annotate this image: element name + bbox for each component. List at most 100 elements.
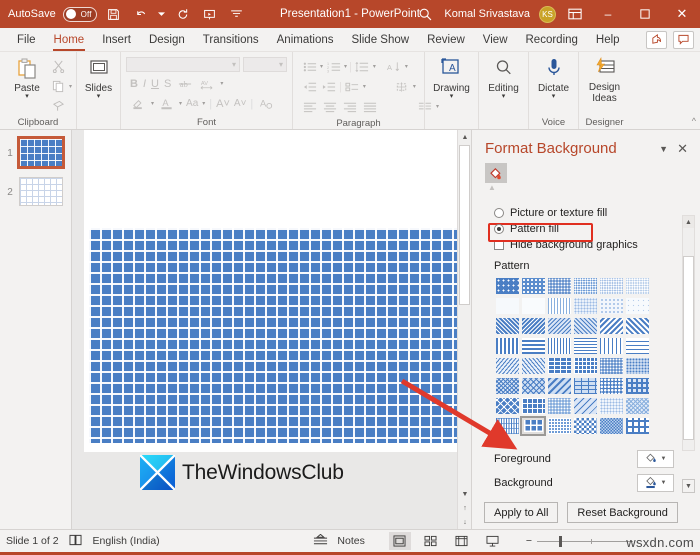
align-text-icon[interactable]	[394, 78, 411, 95]
thumbnail-preview[interactable]	[17, 136, 65, 169]
foreground-color-button[interactable]: ▼	[637, 450, 674, 468]
pattern-swatch[interactable]	[624, 416, 650, 436]
align-center-icon[interactable]	[321, 98, 338, 115]
pattern-swatch[interactable]	[624, 296, 650, 316]
notes-label[interactable]: Notes	[337, 535, 364, 547]
pane-vertical-scrollbar[interactable]: ▲	[682, 215, 695, 451]
italic-button[interactable]: I	[143, 78, 146, 90]
ribbon-display-options-icon[interactable]	[565, 4, 585, 24]
character-spacing-dropdown-icon[interactable]: ▾	[220, 80, 223, 87]
save-icon[interactable]	[104, 4, 124, 24]
undo-dropdown-icon[interactable]	[158, 4, 166, 24]
radio-picture-or-texture-fill[interactable]	[494, 208, 504, 218]
format-painter-button[interactable]	[50, 97, 72, 116]
tab-insert[interactable]: Insert	[93, 32, 140, 48]
pattern-swatch[interactable]	[572, 316, 598, 336]
drawing-button[interactable]: A Drawing ▾	[428, 54, 476, 100]
pattern-swatch[interactable]	[624, 316, 650, 336]
pattern-swatch[interactable]	[494, 396, 520, 416]
tab-help[interactable]: Help	[587, 32, 629, 48]
pane-scroll-up-icon[interactable]: ▲	[683, 216, 694, 228]
tab-review[interactable]: Review	[418, 32, 474, 48]
numbering-icon[interactable]: 123	[325, 58, 342, 75]
pattern-swatch[interactable]	[572, 336, 598, 356]
pattern-swatch[interactable]	[546, 316, 572, 336]
pattern-swatch[interactable]	[572, 356, 598, 376]
next-slide-icon[interactable]: ↓	[458, 515, 471, 529]
align-right-icon[interactable]	[341, 98, 358, 115]
user-name[interactable]: Komal Srivastava	[444, 8, 530, 20]
pattern-swatch[interactable]	[546, 396, 572, 416]
previous-slide-icon[interactable]: ↑	[458, 501, 471, 515]
pattern-swatch[interactable]	[494, 276, 520, 296]
close-icon[interactable]: ✕	[677, 141, 692, 157]
search-icon[interactable]	[415, 4, 435, 24]
design-ideas-button[interactable]: Design Ideas	[582, 54, 628, 104]
pane-scroll-up-indicator[interactable]: ▲	[472, 183, 700, 193]
pattern-swatch[interactable]	[598, 336, 624, 356]
decrease-font-size-button[interactable]: A˅	[234, 98, 247, 109]
underline-button[interactable]: U	[151, 78, 159, 90]
tab-file[interactable]: File	[8, 32, 45, 48]
tab-animations[interactable]: Animations	[268, 32, 343, 48]
copy-dropdown-icon[interactable]: ▾	[69, 83, 72, 90]
increase-font-size-button[interactable]: A˅	[216, 98, 230, 110]
pattern-swatch-selected[interactable]	[520, 416, 546, 436]
slide-show-view-button[interactable]	[482, 532, 504, 550]
pattern-swatch[interactable]	[546, 336, 572, 356]
pattern-swatch[interactable]	[494, 296, 520, 316]
accessibility-icon[interactable]	[68, 534, 84, 549]
pattern-swatch[interactable]	[520, 276, 546, 296]
tab-slide-show[interactable]: Slide Show	[343, 32, 419, 48]
collapse-ribbon-button[interactable]: ^	[692, 52, 700, 129]
scroll-down-arrow-icon[interactable]: ▼	[458, 487, 471, 501]
undo-icon[interactable]	[131, 4, 151, 24]
pattern-swatch[interactable]	[572, 296, 598, 316]
tab-design[interactable]: Design	[140, 32, 194, 48]
pattern-swatch[interactable]	[520, 396, 546, 416]
pattern-swatch[interactable]	[572, 396, 598, 416]
option-picture-or-texture-fill[interactable]: Picture or texture fill	[472, 205, 700, 221]
pattern-swatch[interactable]	[572, 376, 598, 396]
pattern-swatch[interactable]	[546, 376, 572, 396]
pattern-swatch[interactable]	[598, 396, 624, 416]
pattern-swatch[interactable]	[572, 416, 598, 436]
zoom-out-button[interactable]: −	[526, 535, 532, 547]
font-color-icon[interactable]: A	[158, 95, 175, 112]
notes-icon[interactable]	[312, 533, 328, 549]
scrollbar-thumb[interactable]	[459, 145, 470, 305]
slide-indicator[interactable]: Slide 1 of 2	[6, 535, 59, 547]
current-slide[interactable]	[84, 130, 469, 452]
redo-icon[interactable]	[173, 4, 193, 24]
highlight-dropdown-icon[interactable]: ▾	[151, 100, 154, 107]
reset-background-button[interactable]: Reset Background	[567, 502, 678, 523]
convert-to-smartart-icon[interactable]	[344, 78, 361, 95]
pattern-swatch[interactable]	[546, 356, 572, 376]
strikethrough-icon[interactable]: ab	[176, 75, 193, 92]
pattern-swatch[interactable]	[494, 336, 520, 356]
pattern-swatch[interactable]	[598, 316, 624, 336]
dictate-button[interactable]: Dictate ▾	[532, 54, 576, 100]
maximize-button[interactable]	[631, 1, 659, 27]
tab-recording[interactable]: Recording	[517, 32, 587, 48]
dictate-dropdown-icon[interactable]: ▾	[552, 93, 556, 100]
minimize-button[interactable]: –	[594, 1, 622, 27]
bullets-icon[interactable]	[301, 58, 318, 75]
pattern-swatch[interactable]	[624, 356, 650, 376]
drawing-dropdown-icon[interactable]: ▾	[450, 93, 454, 100]
text-highlight-icon[interactable]	[130, 95, 147, 112]
pattern-swatch[interactable]	[494, 416, 520, 436]
pattern-swatch[interactable]	[598, 296, 624, 316]
pattern-grid[interactable]	[494, 276, 650, 436]
pattern-swatch[interactable]	[546, 296, 572, 316]
align-left-icon[interactable]	[301, 98, 318, 115]
paste-button[interactable]: Paste ▾	[4, 54, 50, 100]
slide-sorter-view-button[interactable]	[420, 532, 442, 550]
share-icon[interactable]	[646, 30, 667, 49]
background-dropdown-icon[interactable]: ▼	[661, 480, 667, 486]
scroll-up-arrow-icon[interactable]: ▲	[458, 130, 471, 144]
pattern-swatch[interactable]	[520, 296, 546, 316]
smartart-dropdown-icon[interactable]: ▾	[363, 83, 366, 90]
tab-view[interactable]: View	[474, 32, 517, 48]
zoom-control[interactable]: −	[526, 535, 633, 547]
